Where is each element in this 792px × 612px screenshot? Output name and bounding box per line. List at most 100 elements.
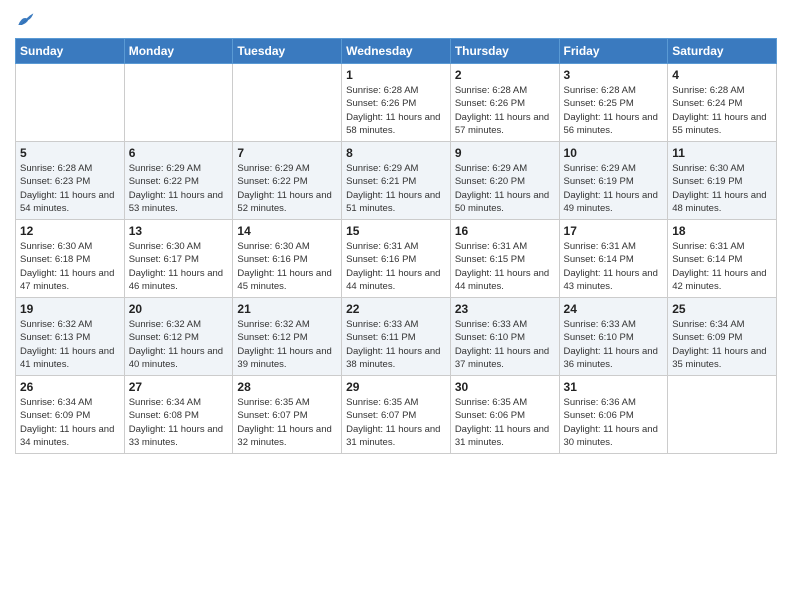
calendar-cell: 12 Sunrise: 6:30 AMSunset: 6:18 PMDayligh…	[16, 220, 125, 298]
calendar-cell: 17 Sunrise: 6:31 AMSunset: 6:14 PMDayligh…	[559, 220, 668, 298]
calendar-cell: 13Sunrise: 6:30 AMSunset: 6:17 PMDayligh…	[124, 220, 233, 298]
calendar-cell: 21 Sunrise: 6:32 AMSunset: 6:12 PMDayligh…	[233, 298, 342, 376]
calendar-cell: 19Sunrise: 6:32 AMSunset: 6:13 PMDayligh…	[16, 298, 125, 376]
cell-content: Sunrise: 6:35 AMSunset: 6:07 PMDaylight:…	[346, 396, 446, 449]
cell-content: Sunrise: 6:28 AMSunset: 6:25 PMDaylight:…	[564, 84, 664, 137]
weekday-header-saturday: Saturday	[668, 39, 777, 64]
day-number: 10	[564, 146, 664, 160]
calendar-cell	[233, 64, 342, 142]
calendar-cell: 24 Sunrise: 6:33 AMSunset: 6:10 PMDayligh…	[559, 298, 668, 376]
calendar-cell: 22 Sunrise: 6:33 AMSunset: 6:11 PMDayligh…	[342, 298, 451, 376]
header	[15, 10, 777, 30]
cell-content: Sunrise: 6:34 AMSunset: 6:08 PMDaylight:…	[129, 396, 229, 449]
cell-content: Sunrise: 6:31 AMSunset: 6:14 PMDaylight:…	[672, 240, 772, 293]
cell-content: Sunrise: 6:28 AMSunset: 6:23 PMDaylight:…	[20, 162, 120, 215]
calendar-cell: 30 Sunrise: 6:35 AMSunset: 6:06 PMDayligh…	[450, 376, 559, 454]
cell-content: Sunrise: 6:32 AMSunset: 6:12 PMDaylight:…	[129, 318, 229, 371]
cell-content: Sunrise: 6:34 AMSunset: 6:09 PMDaylight:…	[20, 396, 120, 449]
day-number: 13	[129, 224, 229, 238]
day-number: 14	[237, 224, 337, 238]
day-number: 2	[455, 68, 555, 82]
day-number: 31	[564, 380, 664, 394]
cell-content: Sunrise: 6:35 AMSunset: 6:07 PMDaylight:…	[237, 396, 337, 449]
calendar-cell: 11Sunrise: 6:30 AMSunset: 6:19 PMDayligh…	[668, 142, 777, 220]
week-row-1: 1 Sunrise: 6:28 AMSunset: 6:26 PMDaylight…	[16, 64, 777, 142]
cell-content: Sunrise: 6:30 AMSunset: 6:19 PMDaylight:…	[672, 162, 772, 215]
cell-content: Sunrise: 6:28 AMSunset: 6:24 PMDaylight:…	[672, 84, 772, 137]
calendar-cell: 14 Sunrise: 6:30 AMSunset: 6:16 PMDayligh…	[233, 220, 342, 298]
calendar-cell: 5Sunrise: 6:28 AMSunset: 6:23 PMDaylight…	[16, 142, 125, 220]
weekday-header-row: SundayMondayTuesdayWednesdayThursdayFrid…	[16, 39, 777, 64]
cell-content: Sunrise: 6:35 AMSunset: 6:06 PMDaylight:…	[455, 396, 555, 449]
day-number: 23	[455, 302, 555, 316]
day-number: 7	[237, 146, 337, 160]
calendar-cell: 25Sunrise: 6:34 AMSunset: 6:09 PMDayligh…	[668, 298, 777, 376]
day-number: 24	[564, 302, 664, 316]
day-number: 20	[129, 302, 229, 316]
cell-content: Sunrise: 6:29 AMSunset: 6:21 PMDaylight:…	[346, 162, 446, 215]
day-number: 28	[237, 380, 337, 394]
calendar-cell: 3 Sunrise: 6:28 AMSunset: 6:25 PMDaylight…	[559, 64, 668, 142]
day-number: 30	[455, 380, 555, 394]
cell-content: Sunrise: 6:33 AMSunset: 6:10 PMDaylight:…	[564, 318, 664, 371]
logo-bird-icon	[15, 10, 35, 30]
calendar-cell	[668, 376, 777, 454]
calendar-cell: 2 Sunrise: 6:28 AMSunset: 6:26 PMDaylight…	[450, 64, 559, 142]
day-number: 4	[672, 68, 772, 82]
cell-content: Sunrise: 6:29 AMSunset: 6:22 PMDaylight:…	[129, 162, 229, 215]
calendar-cell: 20 Sunrise: 6:32 AMSunset: 6:12 PMDayligh…	[124, 298, 233, 376]
cell-content: Sunrise: 6:29 AMSunset: 6:20 PMDaylight:…	[455, 162, 555, 215]
day-number: 26	[20, 380, 120, 394]
calendar-cell: 8 Sunrise: 6:29 AMSunset: 6:21 PMDaylight…	[342, 142, 451, 220]
day-number: 12	[20, 224, 120, 238]
cell-content: Sunrise: 6:33 AMSunset: 6:10 PMDaylight:…	[455, 318, 555, 371]
weekday-header-friday: Friday	[559, 39, 668, 64]
calendar-cell: 9 Sunrise: 6:29 AMSunset: 6:20 PMDaylight…	[450, 142, 559, 220]
day-number: 22	[346, 302, 446, 316]
weekday-header-tuesday: Tuesday	[233, 39, 342, 64]
calendar-cell	[124, 64, 233, 142]
calendar-table: SundayMondayTuesdayWednesdayThursdayFrid…	[15, 38, 777, 454]
cell-content: Sunrise: 6:31 AMSunset: 6:14 PMDaylight:…	[564, 240, 664, 293]
day-number: 17	[564, 224, 664, 238]
cell-content: Sunrise: 6:30 AMSunset: 6:18 PMDaylight:…	[20, 240, 120, 293]
cell-content: Sunrise: 6:34 AMSunset: 6:09 PMDaylight:…	[672, 318, 772, 371]
cell-content: Sunrise: 6:28 AMSunset: 6:26 PMDaylight:…	[455, 84, 555, 137]
calendar-cell: 15 Sunrise: 6:31 AMSunset: 6:16 PMDayligh…	[342, 220, 451, 298]
week-row-5: 26 Sunrise: 6:34 AMSunset: 6:09 PMDayligh…	[16, 376, 777, 454]
calendar-cell: 16Sunrise: 6:31 AMSunset: 6:15 PMDayligh…	[450, 220, 559, 298]
day-number: 1	[346, 68, 446, 82]
week-row-3: 12 Sunrise: 6:30 AMSunset: 6:18 PMDayligh…	[16, 220, 777, 298]
page: SundayMondayTuesdayWednesdayThursdayFrid…	[0, 0, 792, 612]
calendar-cell: 1 Sunrise: 6:28 AMSunset: 6:26 PMDaylight…	[342, 64, 451, 142]
cell-content: Sunrise: 6:32 AMSunset: 6:12 PMDaylight:…	[237, 318, 337, 371]
cell-content: Sunrise: 6:28 AMSunset: 6:26 PMDaylight:…	[346, 84, 446, 137]
calendar-cell: 18Sunrise: 6:31 AMSunset: 6:14 PMDayligh…	[668, 220, 777, 298]
calendar-cell: 26 Sunrise: 6:34 AMSunset: 6:09 PMDayligh…	[16, 376, 125, 454]
cell-content: Sunrise: 6:31 AMSunset: 6:16 PMDaylight:…	[346, 240, 446, 293]
calendar-cell: 31Sunrise: 6:36 AMSunset: 6:06 PMDayligh…	[559, 376, 668, 454]
calendar-cell: 28 Sunrise: 6:35 AMSunset: 6:07 PMDayligh…	[233, 376, 342, 454]
calendar-cell: 6 Sunrise: 6:29 AMSunset: 6:22 PMDaylight…	[124, 142, 233, 220]
calendar-cell: 7Sunrise: 6:29 AMSunset: 6:22 PMDaylight…	[233, 142, 342, 220]
day-number: 3	[564, 68, 664, 82]
cell-content: Sunrise: 6:32 AMSunset: 6:13 PMDaylight:…	[20, 318, 120, 371]
calendar-cell: 4 Sunrise: 6:28 AMSunset: 6:24 PMDaylight…	[668, 64, 777, 142]
weekday-header-sunday: Sunday	[16, 39, 125, 64]
cell-content: Sunrise: 6:33 AMSunset: 6:11 PMDaylight:…	[346, 318, 446, 371]
day-number: 29	[346, 380, 446, 394]
day-number: 16	[455, 224, 555, 238]
week-row-2: 5Sunrise: 6:28 AMSunset: 6:23 PMDaylight…	[16, 142, 777, 220]
cell-content: Sunrise: 6:30 AMSunset: 6:16 PMDaylight:…	[237, 240, 337, 293]
day-number: 21	[237, 302, 337, 316]
cell-content: Sunrise: 6:29 AMSunset: 6:19 PMDaylight:…	[564, 162, 664, 215]
calendar-cell: 29 Sunrise: 6:35 AMSunset: 6:07 PMDayligh…	[342, 376, 451, 454]
day-number: 6	[129, 146, 229, 160]
day-number: 15	[346, 224, 446, 238]
day-number: 9	[455, 146, 555, 160]
calendar-cell: 23 Sunrise: 6:33 AMSunset: 6:10 PMDayligh…	[450, 298, 559, 376]
logo	[15, 10, 39, 30]
day-number: 8	[346, 146, 446, 160]
calendar-cell: 10 Sunrise: 6:29 AMSunset: 6:19 PMDayligh…	[559, 142, 668, 220]
calendar-cell: 27Sunrise: 6:34 AMSunset: 6:08 PMDayligh…	[124, 376, 233, 454]
